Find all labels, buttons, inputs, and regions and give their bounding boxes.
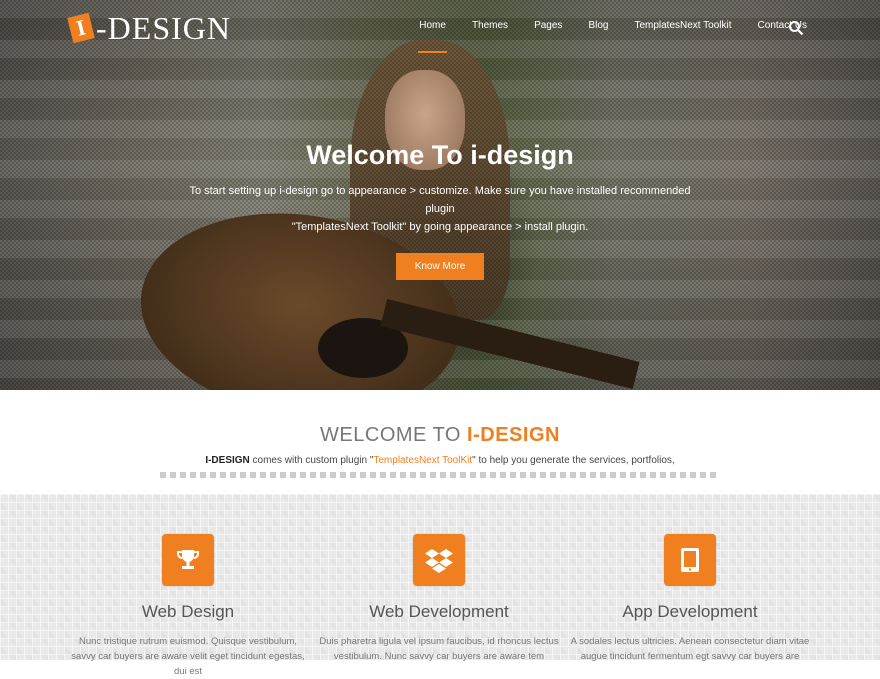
welcome-title: WELCOME TO I-DESIGN [0, 424, 880, 447]
menu-item-contact-us[interactable]: Contact Us [745, 18, 820, 33]
hero-description: To start setting up i-design go to appea… [180, 182, 700, 236]
menu-item-blog[interactable]: Blog [575, 18, 621, 33]
hero-content: Welcome To i-design To start setting up … [0, 138, 880, 280]
welcome-title-prefix: WELCOME TO [320, 424, 468, 446]
menu-item-templatesnext-toolkit[interactable]: TemplatesNext Toolkit [621, 18, 744, 33]
trophy-icon [177, 550, 199, 569]
service-web-design: Web Design Nunc tristique rutrum euismod… [58, 494, 318, 679]
service-icon-box [413, 534, 465, 586]
main-menu: Home Themes Pages Blog TemplatesNext Too… [406, 18, 820, 53]
hero-title: Welcome To i-design [306, 140, 574, 170]
service-title: Web Development [369, 602, 509, 621]
menu-item-home[interactable]: Home [406, 18, 459, 53]
service-icon-box [664, 534, 716, 586]
search-icon[interactable] [788, 20, 804, 36]
dropbox-icon [425, 549, 453, 573]
service-text: Nunc tristique rutrum euismod. Quisque v… [71, 636, 305, 677]
site-logo[interactable]: I -DESIGN [67, 8, 231, 48]
welcome-text-cutoff [160, 472, 720, 478]
service-web-development: Web Development Duis pharetra ligula vel… [309, 494, 569, 664]
service-title: App Development [622, 602, 758, 621]
services-section: Web Design Nunc tristique rutrum euismod… [0, 494, 880, 677]
welcome-brand: I-DESIGN [205, 455, 250, 466]
logo-text: -DESIGN [96, 9, 231, 46]
welcome-text: I-DESIGN comes with custom plugin "Templ… [0, 455, 880, 466]
toolkit-link[interactable]: TemplatesNext ToolKit [373, 455, 472, 466]
menu-item-themes[interactable]: Themes [459, 18, 521, 33]
welcome-text-b: " to help you generate the services, por… [472, 455, 675, 466]
know-more-button[interactable]: Know More [395, 253, 485, 280]
logo-mark: I [67, 12, 95, 44]
menu-item-pages[interactable]: Pages [521, 18, 575, 33]
service-title: Web Design [141, 602, 235, 621]
welcome-title-accent: I-DESIGN [467, 424, 560, 446]
service-app-development: App Development A sodales lectus ultrici… [560, 494, 820, 664]
tablet-icon [681, 548, 699, 572]
welcome-text-a: comes with custom plugin " [249, 455, 374, 466]
hero-description-line1: To start setting up i-design go to appea… [189, 185, 691, 215]
welcome-section: WELCOME TO I-DESIGN I-DESIGN comes with … [0, 390, 880, 494]
hero-description-line2: "TemplatesNext Toolkit" by going appeara… [291, 221, 589, 233]
service-icon-box [162, 534, 214, 586]
top-navigation: I -DESIGN Home Themes Pages Blog Templat… [0, 0, 880, 56]
